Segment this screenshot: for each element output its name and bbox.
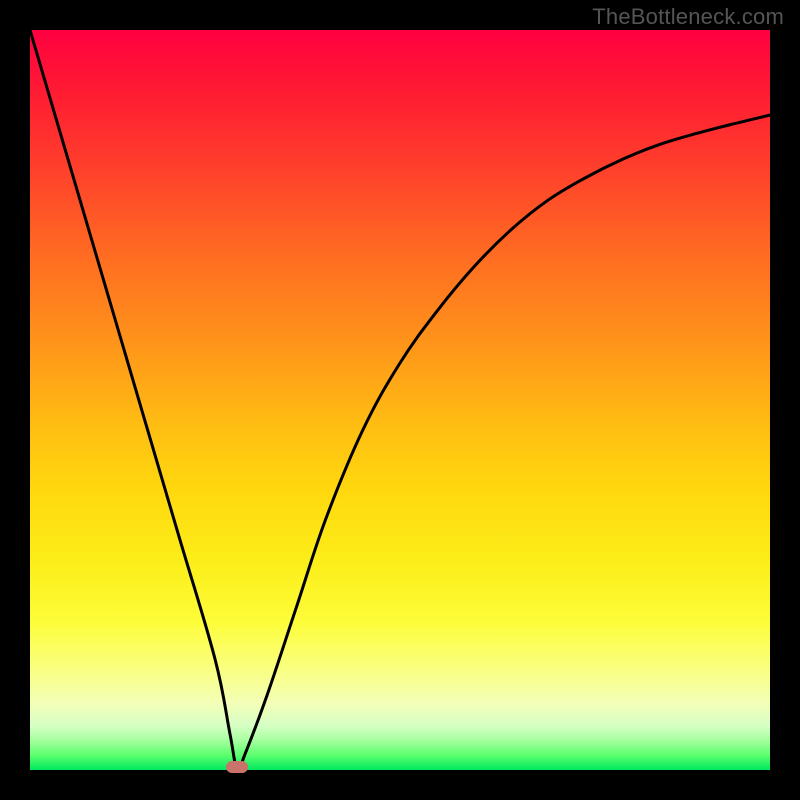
curve-path (30, 30, 770, 770)
watermark-text: TheBottleneck.com (592, 4, 784, 30)
chart-area (30, 30, 770, 770)
curve-svg (30, 30, 770, 770)
minimum-marker (226, 761, 248, 773)
